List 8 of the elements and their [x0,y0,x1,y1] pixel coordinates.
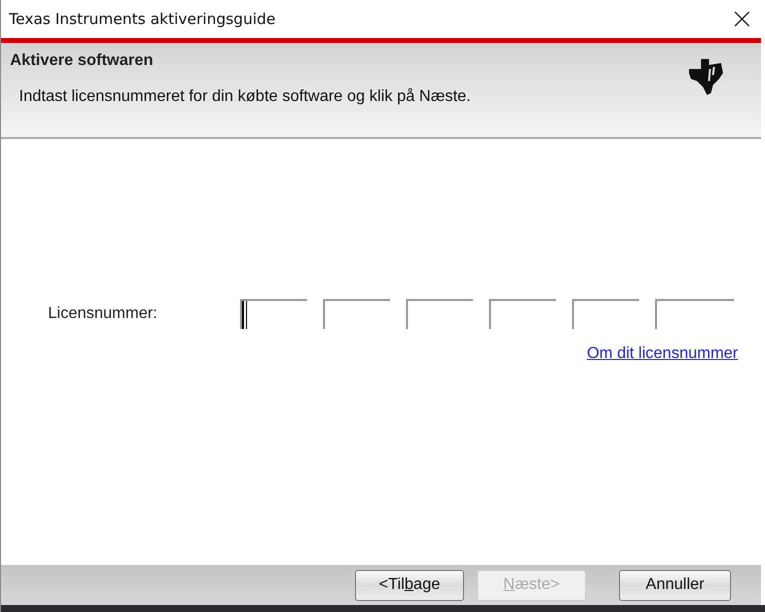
license-label: Licensnummer: [48,305,158,323]
window-title: Texas Instruments aktiveringsguide [9,10,276,28]
page-title: Aktivere softwaren [10,52,154,70]
logo-icon [687,57,725,97]
dialog-button[interactable]: Annuller [619,570,731,600]
instruction-text: Indtast licensnummeret for din købte software og klik på Næste. [19,88,471,106]
license-info-link[interactable]: Om dit licensnummer [586,345,738,363]
dialog-button[interactable]: <Tilbage [355,570,464,600]
